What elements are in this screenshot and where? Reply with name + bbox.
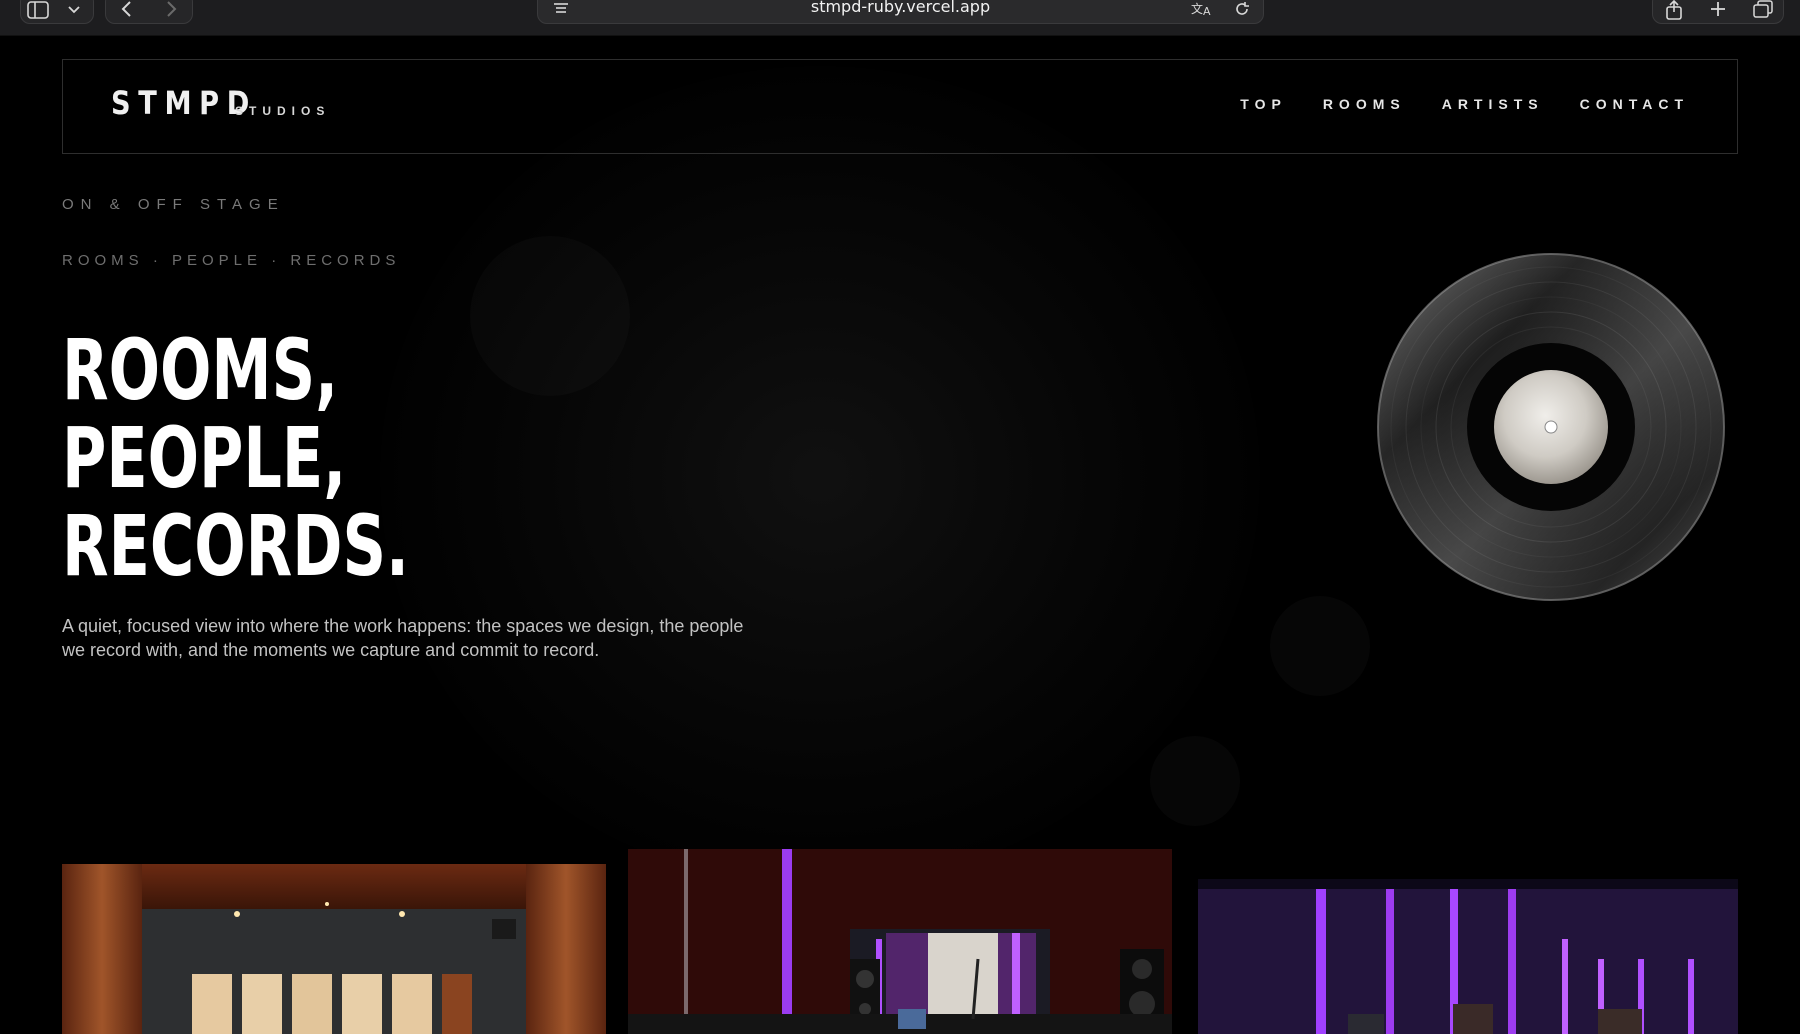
gallery-photo-live-room[interactable] (1198, 879, 1738, 1034)
site-header: STMPD STUDIOS TOP ROOMS ARTISTS CONTACT (62, 59, 1738, 154)
background-speaker-shape (1270, 596, 1370, 696)
headline-line: RECORDS. (62, 497, 409, 595)
background-glow (380, 66, 1260, 886)
headline-line: ROOMS, (62, 321, 339, 419)
vinyl-record-image (1376, 252, 1726, 602)
background-speaker-shape (1150, 736, 1240, 826)
hero-headline: ROOMS, PEOPLE, RECORDS. (62, 326, 409, 590)
address-bar[interactable]: stmpd-ruby.vercel.app 文A (537, 0, 1264, 24)
hero-description: A quiet, focused view into where the wor… (62, 616, 744, 660)
chevron-down-icon[interactable] (67, 1, 81, 19)
nav-link-top[interactable]: TOP (1240, 96, 1287, 112)
page-viewport: STMPD STUDIOS TOP ROOMS ARTISTS CONTACT … (0, 36, 1800, 1034)
nav-link-artists[interactable]: ARTISTS (1442, 96, 1544, 112)
tab-overview-icon[interactable] (1753, 0, 1773, 21)
svg-text:A: A (1203, 5, 1211, 18)
headline-line: PEOPLE, (62, 409, 347, 507)
browser-toolbar: stmpd-ruby.vercel.app 文A (0, 0, 1800, 36)
gallery-photo-control-room[interactable] (628, 849, 1172, 1034)
gallery-photo-wood-room[interactable] (62, 864, 606, 1034)
new-tab-icon[interactable] (1709, 0, 1727, 21)
reload-icon[interactable] (1233, 0, 1251, 21)
back-icon[interactable] (120, 0, 134, 21)
forward-icon[interactable] (164, 0, 178, 21)
sidebar-button-group[interactable] (20, 0, 94, 24)
svg-text:文: 文 (1191, 1, 1203, 16)
translate-icon[interactable]: 文A (1191, 0, 1215, 21)
hero-kicker: ON & OFF STAGE (62, 196, 285, 213)
nav-link-rooms[interactable]: ROOMS (1323, 96, 1406, 112)
main-nav: TOP ROOMS ARTISTS CONTACT (1240, 96, 1689, 112)
nav-link-contact[interactable]: CONTACT (1580, 96, 1689, 112)
share-icon[interactable] (1665, 0, 1683, 23)
tab-actions-group (1652, 0, 1784, 24)
hero-tagline: ROOMS · PEOPLE · RECORDS (62, 252, 401, 269)
background-speaker-shape (470, 236, 630, 396)
url-text[interactable]: stmpd-ruby.vercel.app (538, 0, 1263, 16)
history-nav-group (105, 0, 193, 24)
logo-subtitle: STUDIOS (235, 104, 331, 118)
sidebar-icon[interactable] (27, 1, 49, 22)
